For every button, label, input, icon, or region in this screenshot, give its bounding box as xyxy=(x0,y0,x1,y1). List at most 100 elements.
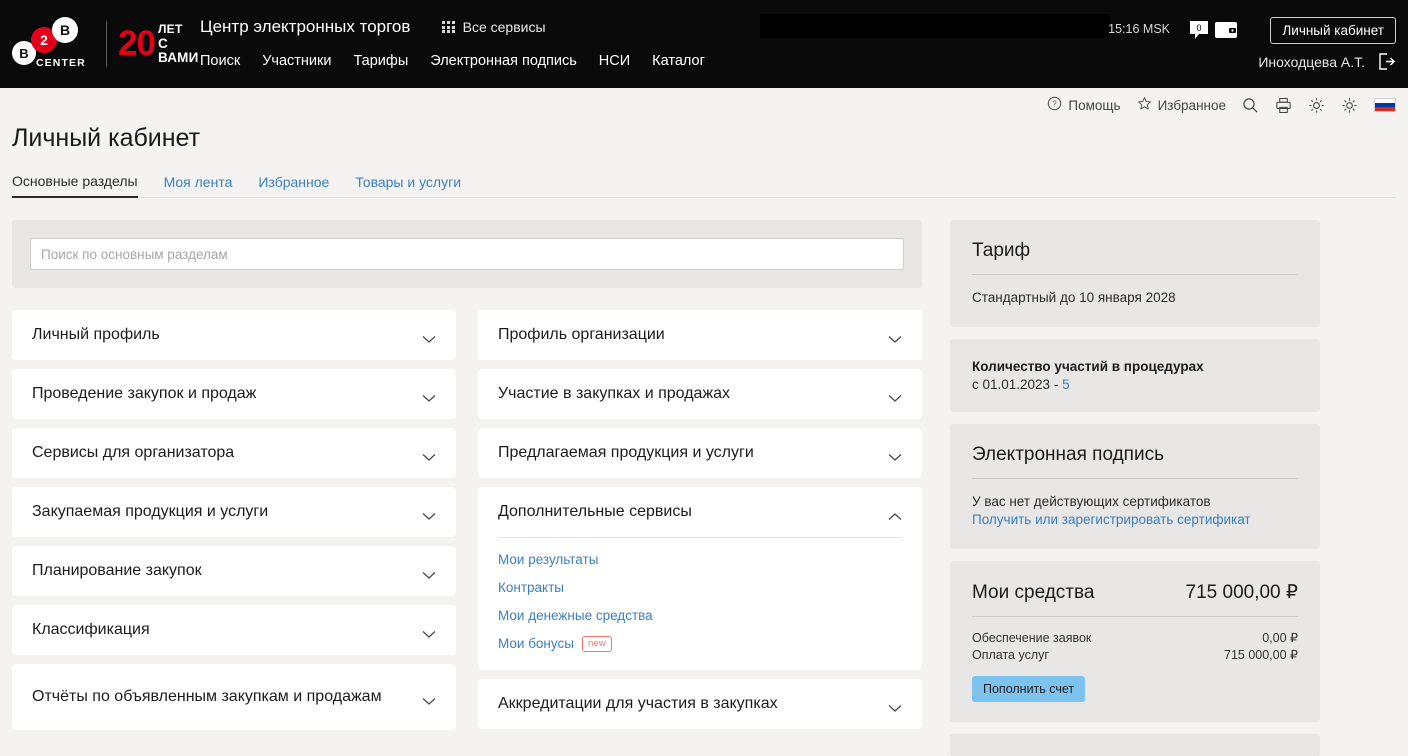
anniversary-line-2: С ВАМИ xyxy=(157,36,199,65)
chevron-down-icon xyxy=(422,390,436,402)
logo-divider xyxy=(106,21,107,67)
participations-period: с 01.01.2023 - 5 xyxy=(972,377,1298,392)
link-contracts[interactable]: Контракты xyxy=(498,580,902,595)
tab-favorites[interactable]: Избранное xyxy=(258,174,329,197)
main-column: Личный профиль Проведение закупок и прод… xyxy=(12,220,922,756)
section-personal-profile[interactable]: Личный профиль xyxy=(12,310,456,360)
section-purchase-planning[interactable]: Планирование закупок xyxy=(12,546,456,596)
tab-main-sections[interactable]: Основные разделы xyxy=(12,173,138,198)
participations-period-label: с 01.01.2023 - xyxy=(972,377,1063,392)
signature-get-certificate-link[interactable]: Получить или зарегистрировать сертификат xyxy=(972,512,1251,527)
section-reports-on-announced-purchases[interactable]: Отчёты по объявленным закупкам и продажа… xyxy=(12,664,456,730)
divider xyxy=(972,478,1298,479)
funds-card-title: Мои средства xyxy=(972,582,1095,603)
section-title: Участие в закупках и продажах xyxy=(498,385,731,402)
wallet-icon[interactable] xyxy=(1214,21,1238,39)
favorites-button[interactable]: Избранное xyxy=(1137,96,1226,114)
star-icon xyxy=(1137,96,1152,114)
chevron-down-icon xyxy=(888,700,902,712)
help-button[interactable]: ? Помощь xyxy=(1047,96,1121,114)
section-organizer-services[interactable]: Сервисы для организатора xyxy=(12,428,456,478)
section-additional-services[interactable]: Дополнительные сервисы Мои результаты Ко… xyxy=(478,487,922,670)
section-title: Классификация xyxy=(32,621,150,638)
sun-icon[interactable] xyxy=(1341,97,1358,114)
top-header: B 2 B CENTER 20 ЛЕТ С ВАМИ Центр электро… xyxy=(0,0,1408,88)
printer-icon[interactable] xyxy=(1275,97,1292,114)
link-my-results[interactable]: Мои результаты xyxy=(498,552,902,567)
tariff-card: Тариф Стандартный до 10 января 2028 xyxy=(950,220,1320,327)
signature-card: Электронная подпись У вас нет действующи… xyxy=(950,424,1320,549)
nav-link-tariffs[interactable]: Тарифы xyxy=(353,53,408,69)
tab-my-feed[interactable]: Моя лента xyxy=(164,174,233,197)
primary-nav-links: Поиск Участники Тарифы Электронная подпи… xyxy=(200,53,705,69)
chevron-down-icon xyxy=(422,693,436,705)
section-conducting-purchases[interactable]: Проведение закупок и продаж xyxy=(12,369,456,419)
nav-link-search[interactable]: Поиск xyxy=(200,53,240,69)
new-badge: new xyxy=(581,636,612,652)
anniversary-line-1: ЛЕТ xyxy=(157,22,183,36)
divider xyxy=(498,537,902,538)
divider xyxy=(972,616,1298,617)
utility-bar: ? Помощь Избранное xyxy=(0,88,1408,118)
tariff-card-text: Стандартный до 10 января 2028 xyxy=(972,290,1176,305)
sidebar: Тариф Стандартный до 10 января 2028 Коли… xyxy=(950,220,1320,756)
chevron-down-icon xyxy=(422,567,436,579)
tab-bar: Основные разделы Моя лента Избранное Тов… xyxy=(12,173,1396,198)
funds-row-label: Оплата услуг xyxy=(972,648,1049,662)
nav-link-digital-signature[interactable]: Электронная подпись xyxy=(430,53,577,69)
link-my-funds[interactable]: Мои денежные средства xyxy=(498,608,902,623)
section-additional-services-body: Мои результаты Контракты Мои денежные ср… xyxy=(498,537,902,670)
link-my-bonuses[interactable]: Мои бонусы new xyxy=(498,636,902,652)
link-my-bonuses-label: Мои бонусы xyxy=(498,636,574,651)
logo-circle-b-right: B xyxy=(52,17,78,43)
section-title: Аккредитации для участия в закупках xyxy=(498,695,778,712)
next-card-partial xyxy=(950,734,1320,756)
section-classification[interactable]: Классификация xyxy=(12,605,456,655)
user-name: Иноходцева А.Т. xyxy=(1258,53,1365,70)
header-nav: Центр электронных торгов Все сервисы Пои… xyxy=(200,0,705,69)
personal-cabinet-button[interactable]: Личный кабинет xyxy=(1270,17,1396,44)
tab-goods-and-services[interactable]: Товары и услуги xyxy=(355,174,461,197)
nav-link-catalog[interactable]: Каталог xyxy=(652,53,705,69)
section-title: Проведение закупок и продаж xyxy=(32,385,257,402)
anniversary-number: 20 xyxy=(118,23,156,63)
funds-row-service-payment: Оплата услуг 715 000,00 ₽ xyxy=(972,647,1298,662)
section-purchased-products[interactable]: Закупаемая продукция и услуги xyxy=(12,487,456,537)
section-participation-in-purchases[interactable]: Участие в закупках и продажах xyxy=(478,369,922,419)
logout-icon[interactable] xyxy=(1377,52,1396,71)
question-circle-icon: ? xyxy=(1047,96,1062,114)
section-title: Сервисы для организатора xyxy=(32,444,235,461)
page-title: Личный кабинет xyxy=(12,124,201,152)
header-right-cluster: 15:16 MSK 0 Личный кабинет Иноходцева А.… xyxy=(756,0,1396,88)
search-panel xyxy=(12,220,922,288)
section-offered-products[interactable]: Предлагаемая продукция и услуги xyxy=(478,428,922,478)
sections-right-column: Профиль организации Участие в закупках и… xyxy=(478,310,922,730)
participations-card: Количество участий в процедурах с 01.01.… xyxy=(950,339,1320,412)
participations-title: Количество участий в процедурах xyxy=(972,359,1204,374)
russian-flag-icon[interactable] xyxy=(1374,98,1396,112)
nav-link-nsi[interactable]: НСИ xyxy=(599,53,630,69)
section-accreditations[interactable]: Аккредитации для участия в закупках xyxy=(478,679,922,729)
chevron-down-icon xyxy=(422,449,436,461)
svg-text:?: ? xyxy=(1053,100,1058,109)
funds-row-bid-security: Обеспечение заявок 0,00 ₽ xyxy=(972,630,1298,645)
nav-link-participants[interactable]: Участники xyxy=(262,53,331,69)
tariff-card-title: Тариф xyxy=(972,240,1031,261)
search-input[interactable] xyxy=(30,238,904,270)
section-organization-profile[interactable]: Профиль организации xyxy=(478,310,922,360)
topup-account-button[interactable]: Пополнить счет xyxy=(972,676,1086,702)
b2b-center-logo[interactable]: B 2 B CENTER 20 ЛЕТ С ВАМИ xyxy=(8,15,198,73)
signature-card-title: Электронная подпись xyxy=(972,444,1164,465)
all-services-button[interactable]: Все сервисы xyxy=(442,19,546,35)
message-bubble-icon[interactable]: 0 xyxy=(1188,19,1210,41)
gear-icon[interactable] xyxy=(1308,97,1325,114)
search-icon[interactable] xyxy=(1242,97,1259,114)
logo-zone: B 2 B CENTER 20 ЛЕТ С ВАМИ xyxy=(0,0,200,88)
sections-grid: Личный профиль Проведение закупок и прод… xyxy=(12,310,922,730)
funds-total-amount: 715 000,00 ₽ xyxy=(1185,582,1298,603)
sections-left-column: Личный профиль Проведение закупок и прод… xyxy=(12,310,456,730)
server-clock: 15:16 MSK xyxy=(1108,22,1170,36)
participations-count[interactable]: 5 xyxy=(1062,377,1070,392)
anniversary-badge: 20 ЛЕТ С ВАМИ xyxy=(118,23,199,64)
chevron-down-icon xyxy=(422,508,436,520)
